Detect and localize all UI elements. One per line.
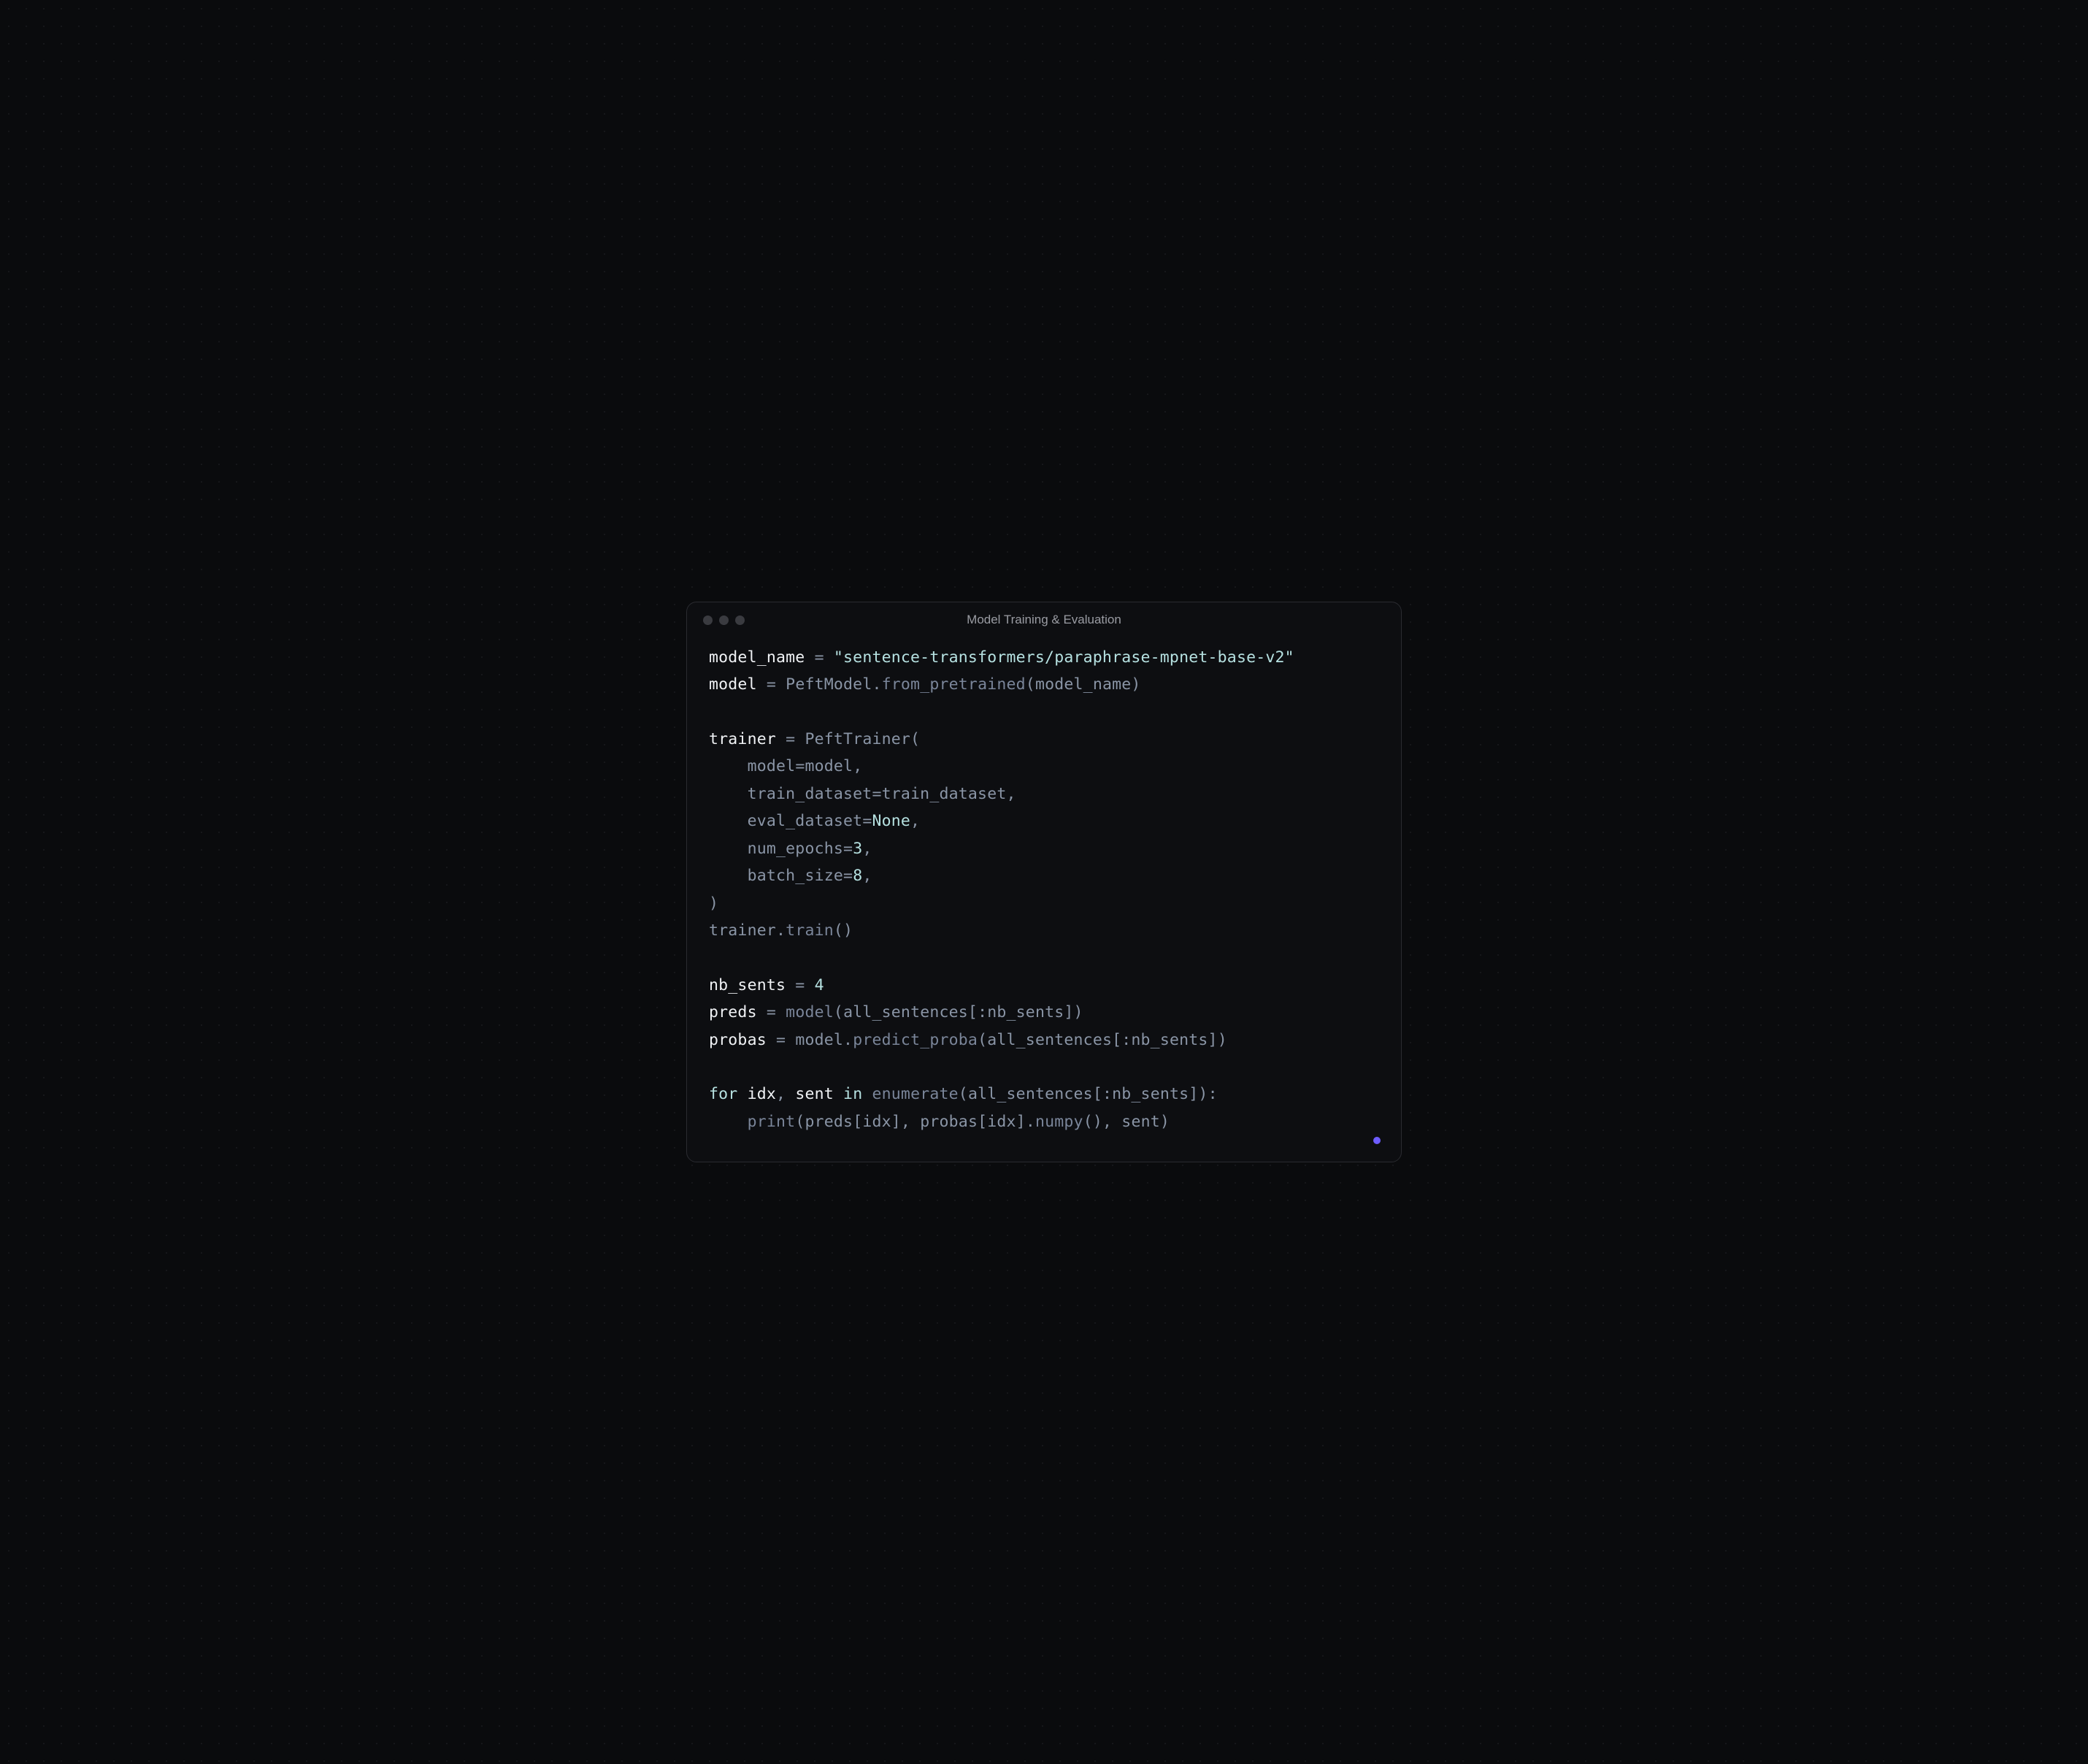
tok bbox=[862, 1085, 872, 1103]
tok: = bbox=[843, 840, 853, 858]
tok: idx bbox=[737, 1085, 776, 1103]
tok: . bbox=[1026, 1113, 1035, 1131]
tok: train_dataset bbox=[748, 785, 872, 803]
tok: batch_size bbox=[748, 867, 843, 885]
window-title: Model Training & Evaluation bbox=[687, 613, 1401, 627]
code-window: Model Training & Evaluation model_name =… bbox=[686, 602, 1402, 1162]
tok: . bbox=[843, 1031, 853, 1049]
tok bbox=[709, 840, 748, 858]
tok: () bbox=[834, 921, 853, 940]
tok-num: 8 bbox=[853, 867, 862, 885]
tok: ( bbox=[959, 1085, 968, 1103]
tok: , bbox=[910, 812, 920, 830]
tok-class: PeftModel bbox=[786, 675, 872, 694]
tok: ( bbox=[978, 1031, 987, 1049]
tok: eval_dataset bbox=[748, 812, 863, 830]
tok: , bbox=[862, 840, 872, 858]
tok: , bbox=[1102, 1113, 1121, 1131]
tok: ) bbox=[1074, 1003, 1083, 1021]
tok: = bbox=[795, 757, 805, 775]
maximize-dot-icon[interactable] bbox=[735, 616, 745, 625]
tok bbox=[709, 757, 748, 775]
tok: ( bbox=[795, 1113, 805, 1131]
tok: probas[idx] bbox=[920, 1113, 1026, 1131]
tok: model_name bbox=[1035, 675, 1131, 694]
tok: model bbox=[709, 675, 757, 694]
tok: all_sentences[:nb_sents] bbox=[987, 1031, 1217, 1049]
close-dot-icon[interactable] bbox=[703, 616, 713, 625]
tok: , bbox=[862, 867, 872, 885]
tok: probas bbox=[709, 1031, 767, 1049]
tok: ( bbox=[1026, 675, 1035, 694]
tok-kw: for bbox=[709, 1085, 737, 1103]
traffic-lights bbox=[703, 616, 745, 625]
tok: , bbox=[901, 1113, 920, 1131]
tok-num: 4 bbox=[815, 976, 824, 994]
tok: . bbox=[872, 675, 881, 694]
tok: ( bbox=[910, 730, 920, 748]
tok-fn: numpy bbox=[1035, 1113, 1083, 1131]
tok: ( bbox=[834, 1003, 843, 1021]
tok-builtin: enumerate bbox=[872, 1085, 959, 1103]
tok: = bbox=[805, 648, 833, 667]
tok: = bbox=[757, 675, 786, 694]
tok: = bbox=[786, 976, 814, 994]
tok: preds[idx] bbox=[805, 1113, 900, 1131]
tok: all_sentences[:nb_sents] bbox=[968, 1085, 1198, 1103]
tok: ) bbox=[1131, 675, 1140, 694]
tok: ): bbox=[1198, 1085, 1217, 1103]
tok: model bbox=[805, 757, 853, 775]
tok-kw: in bbox=[843, 1085, 862, 1103]
tok bbox=[709, 812, 748, 830]
tok: trainer bbox=[709, 730, 776, 748]
tok: model_name bbox=[709, 648, 805, 667]
tok: . bbox=[776, 921, 786, 940]
tok: model bbox=[795, 1031, 843, 1049]
tok: = bbox=[776, 730, 805, 748]
tok: = bbox=[872, 785, 881, 803]
tok: = bbox=[862, 812, 872, 830]
tok: ) bbox=[709, 894, 718, 913]
tok-class: PeftTrainer bbox=[805, 730, 910, 748]
tok: , bbox=[1006, 785, 1016, 803]
tok bbox=[709, 867, 748, 885]
pulse-dot-icon bbox=[1373, 1137, 1381, 1144]
tok-none: None bbox=[872, 812, 910, 830]
code-block[interactable]: model_name = "sentence-transformers/para… bbox=[687, 634, 1401, 1162]
tok: = bbox=[843, 867, 853, 885]
tok: , bbox=[776, 1085, 795, 1103]
tok-builtin: print bbox=[748, 1113, 796, 1131]
tok: sent bbox=[1121, 1113, 1160, 1131]
tok: ) bbox=[1218, 1031, 1227, 1049]
tok-string: "sentence-transformers/paraphrase-mpnet-… bbox=[834, 648, 1294, 667]
tok: nb_sents bbox=[709, 976, 786, 994]
tok: preds bbox=[709, 1003, 757, 1021]
tok: train_dataset bbox=[882, 785, 1007, 803]
tok: , bbox=[853, 757, 862, 775]
tok-fn: train bbox=[786, 921, 834, 940]
tok-fn: model bbox=[786, 1003, 834, 1021]
tok: all_sentences[:nb_sents] bbox=[843, 1003, 1073, 1021]
tok: model bbox=[748, 757, 796, 775]
tok bbox=[709, 1113, 748, 1131]
tok: trainer bbox=[709, 921, 776, 940]
minimize-dot-icon[interactable] bbox=[719, 616, 729, 625]
tok: = bbox=[767, 1031, 795, 1049]
tok-fn: from_pretrained bbox=[882, 675, 1026, 694]
tok: num_epochs bbox=[748, 840, 843, 858]
tok: sent bbox=[795, 1085, 843, 1103]
tok: ) bbox=[1160, 1113, 1170, 1131]
titlebar: Model Training & Evaluation bbox=[687, 602, 1401, 634]
tok-fn: predict_proba bbox=[853, 1031, 978, 1049]
tok: = bbox=[757, 1003, 786, 1021]
tok: () bbox=[1083, 1113, 1102, 1131]
tok bbox=[709, 785, 748, 803]
tok-num: 3 bbox=[853, 840, 862, 858]
